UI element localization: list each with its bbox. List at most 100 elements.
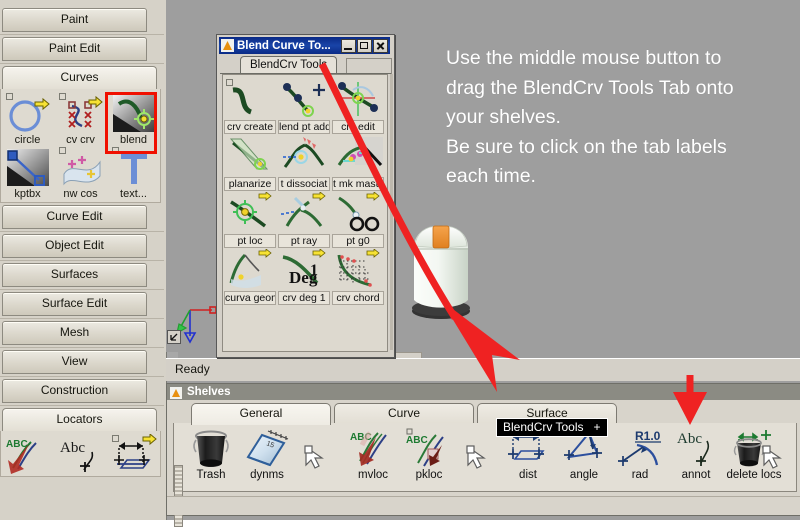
shelf-item-label: mvloc — [357, 469, 389, 481]
palette-item-label: planarize — [224, 177, 276, 191]
drag-tooltip-label: BlendCrv Tools — [503, 420, 584, 434]
palette-item-crv-chord[interactable]: crv chord — [331, 248, 385, 305]
checkbox-marker[interactable] — [58, 93, 66, 100]
shelf-item-mvloc[interactable]: ABC mvloc — [344, 427, 402, 481]
maximize-button[interactable] — [357, 38, 372, 53]
palette-item-label: lend pt add — [278, 120, 330, 134]
shelf-button-mesh[interactable]: Mesh — [2, 321, 147, 345]
shelf-item-label: angle — [569, 469, 599, 481]
shelves-title-bar[interactable]: Shelves — [167, 384, 800, 400]
pick-locator-icon: ABC — [402, 427, 456, 469]
shelf-button-paint[interactable]: Paint — [2, 8, 147, 32]
locators-icon-row: ABC Abc — [1, 432, 160, 476]
palette-item-pt-g0[interactable]: pt g0 — [331, 191, 385, 248]
divider — [0, 289, 164, 290]
locators-item-mvloc[interactable]: ABC — [1, 434, 54, 476]
palette-item-label: t dissociat — [278, 177, 330, 191]
palette-item-crv-create[interactable]: crv create — [223, 77, 277, 134]
divider — [0, 260, 164, 261]
instruction-line-3: your shelves. — [446, 106, 561, 128]
shelf-button-locators[interactable]: Locators — [2, 408, 157, 431]
shelves-footer — [167, 496, 800, 515]
annotate-locator-icon: Abc — [58, 434, 104, 476]
planarize-icon — [225, 135, 275, 177]
palette-item-pt-mk-master[interactable]: t mk maste — [331, 134, 385, 191]
shelf-item-pkloc[interactable]: ABC pkloc — [400, 427, 458, 481]
shelf-button-surface-edit[interactable]: Surface Edit — [2, 292, 147, 316]
minimize-button[interactable] — [341, 38, 356, 53]
window-title-bar[interactable]: Blend Curve To... — [219, 37, 390, 54]
close-button[interactable] — [373, 38, 388, 53]
svg-text:Abc: Abc — [677, 431, 702, 447]
point-make-master-icon — [333, 135, 383, 177]
curves-item-cv-crv[interactable]: cv crv — [54, 92, 107, 146]
checkbox-marker[interactable] — [111, 435, 119, 442]
svg-text:R1.0: R1.0 — [635, 429, 661, 443]
shelf-item-dynms[interactable]: 15 dynms — [238, 427, 296, 481]
divider — [0, 34, 164, 35]
shelf-item-trash[interactable]: Trash — [182, 427, 240, 481]
checkbox-marker[interactable] — [5, 93, 13, 100]
shelf-button-construction[interactable]: Construction — [2, 379, 147, 403]
palette-tab-row: BlendCrv Tools — [220, 56, 392, 75]
curves-item-label: cv crv — [66, 134, 95, 146]
svg-text:ABC: ABC — [406, 435, 428, 446]
cv-curve-icon — [58, 92, 104, 135]
shelf-button-view[interactable]: View — [2, 350, 147, 374]
curves-item-kptbx[interactable]: kptbx — [1, 146, 54, 200]
divider — [0, 347, 164, 348]
trash-can-icon — [184, 427, 238, 469]
curves-item-label: kptbx — [14, 188, 41, 200]
point-locator-icon — [225, 191, 275, 234]
shelf-button-paint-edit[interactable]: Paint Edit — [2, 37, 147, 61]
instruction-line-2: drag the BlendCrv Tools Tab onto — [446, 76, 734, 99]
palette-item-pt-dissociate[interactable]: t dissociat — [277, 134, 331, 191]
curves-item-text[interactable]: text... — [107, 146, 160, 200]
divider — [0, 231, 164, 232]
shelf-icon-strip: Trash 15 dynms ABC mvloc ABC pkloc dist … — [173, 423, 797, 527]
shelves-window[interactable]: Shelves General Curve Surface Trash 15 d… — [166, 383, 800, 527]
palette-item-pt-loc[interactable]: pt loc — [223, 191, 277, 248]
curves-item-circle[interactable]: circle — [1, 92, 54, 146]
checkbox-marker[interactable] — [226, 79, 233, 86]
curves-item-label: circle — [14, 134, 41, 146]
palette-item-pt-ray[interactable]: pt ray — [277, 191, 331, 248]
shelf-item-label: dynms — [250, 469, 284, 481]
move-locator-icon: ABC — [346, 427, 400, 469]
palette-item-label: crv deg 1 — [278, 291, 330, 305]
shelf-button-surfaces[interactable]: Surfaces — [2, 263, 147, 287]
drag-tooltip: BlendCrv Tools + — [496, 418, 608, 437]
svg-text:1: 1 — [310, 262, 318, 279]
shelf-button-curves[interactable]: Curves — [2, 66, 157, 89]
palette-item-label: curva geom — [224, 291, 276, 305]
shelf-tab-row: General Curve Surface — [179, 403, 789, 425]
curves-item-nw-cos[interactable]: nw cos — [54, 146, 107, 200]
palette-item-blend-pt-add[interactable]: lend pt add — [277, 77, 331, 134]
palette-item-label: crv edit — [332, 120, 384, 134]
curve-edit-icon — [333, 78, 383, 120]
viewport-resize-handle-icon[interactable] — [167, 330, 181, 344]
palette-item-crv-edit[interactable]: crv edit — [331, 77, 385, 134]
shelf-tab-curve[interactable]: Curve — [334, 403, 474, 424]
palette-icon-grid: crv create lend pt add crv edit planariz… — [222, 74, 388, 352]
locators-item-dist[interactable] — [107, 432, 160, 476]
shelf-item-rad[interactable]: R1.0 rad — [611, 427, 669, 481]
curvature-geometry-icon — [225, 248, 275, 291]
shelf-button-curve-edit[interactable]: Curve Edit — [2, 205, 147, 229]
locators-item-annot[interactable]: Abc — [54, 434, 107, 476]
palette-item-label: pt ray — [278, 234, 330, 248]
shelves-window-title: Shelves — [187, 386, 231, 398]
shelf-button-object-edit[interactable]: Object Edit — [2, 234, 147, 258]
palette-item-curva-geom[interactable]: curva geom — [223, 248, 277, 305]
palette-item-planarize[interactable]: planarize — [223, 134, 277, 191]
palette-item-crv-deg-1[interactable]: Deg 1 crv deg 1 — [277, 248, 331, 305]
blend-curve-tools-window[interactable]: Blend Curve To... BlendCrv Tools crv cre… — [216, 34, 395, 358]
palette-scrollbar[interactable] — [390, 74, 393, 350]
shelf-tab-general[interactable]: General — [191, 403, 331, 425]
palette-item-label: pt g0 — [332, 234, 384, 248]
instruction-line-5: each time. — [446, 165, 536, 187]
divider — [0, 318, 164, 319]
checkbox-marker[interactable] — [58, 147, 66, 154]
window-title: Blend Curve To... — [237, 39, 331, 52]
curves-item-label: nw cos — [63, 188, 98, 200]
